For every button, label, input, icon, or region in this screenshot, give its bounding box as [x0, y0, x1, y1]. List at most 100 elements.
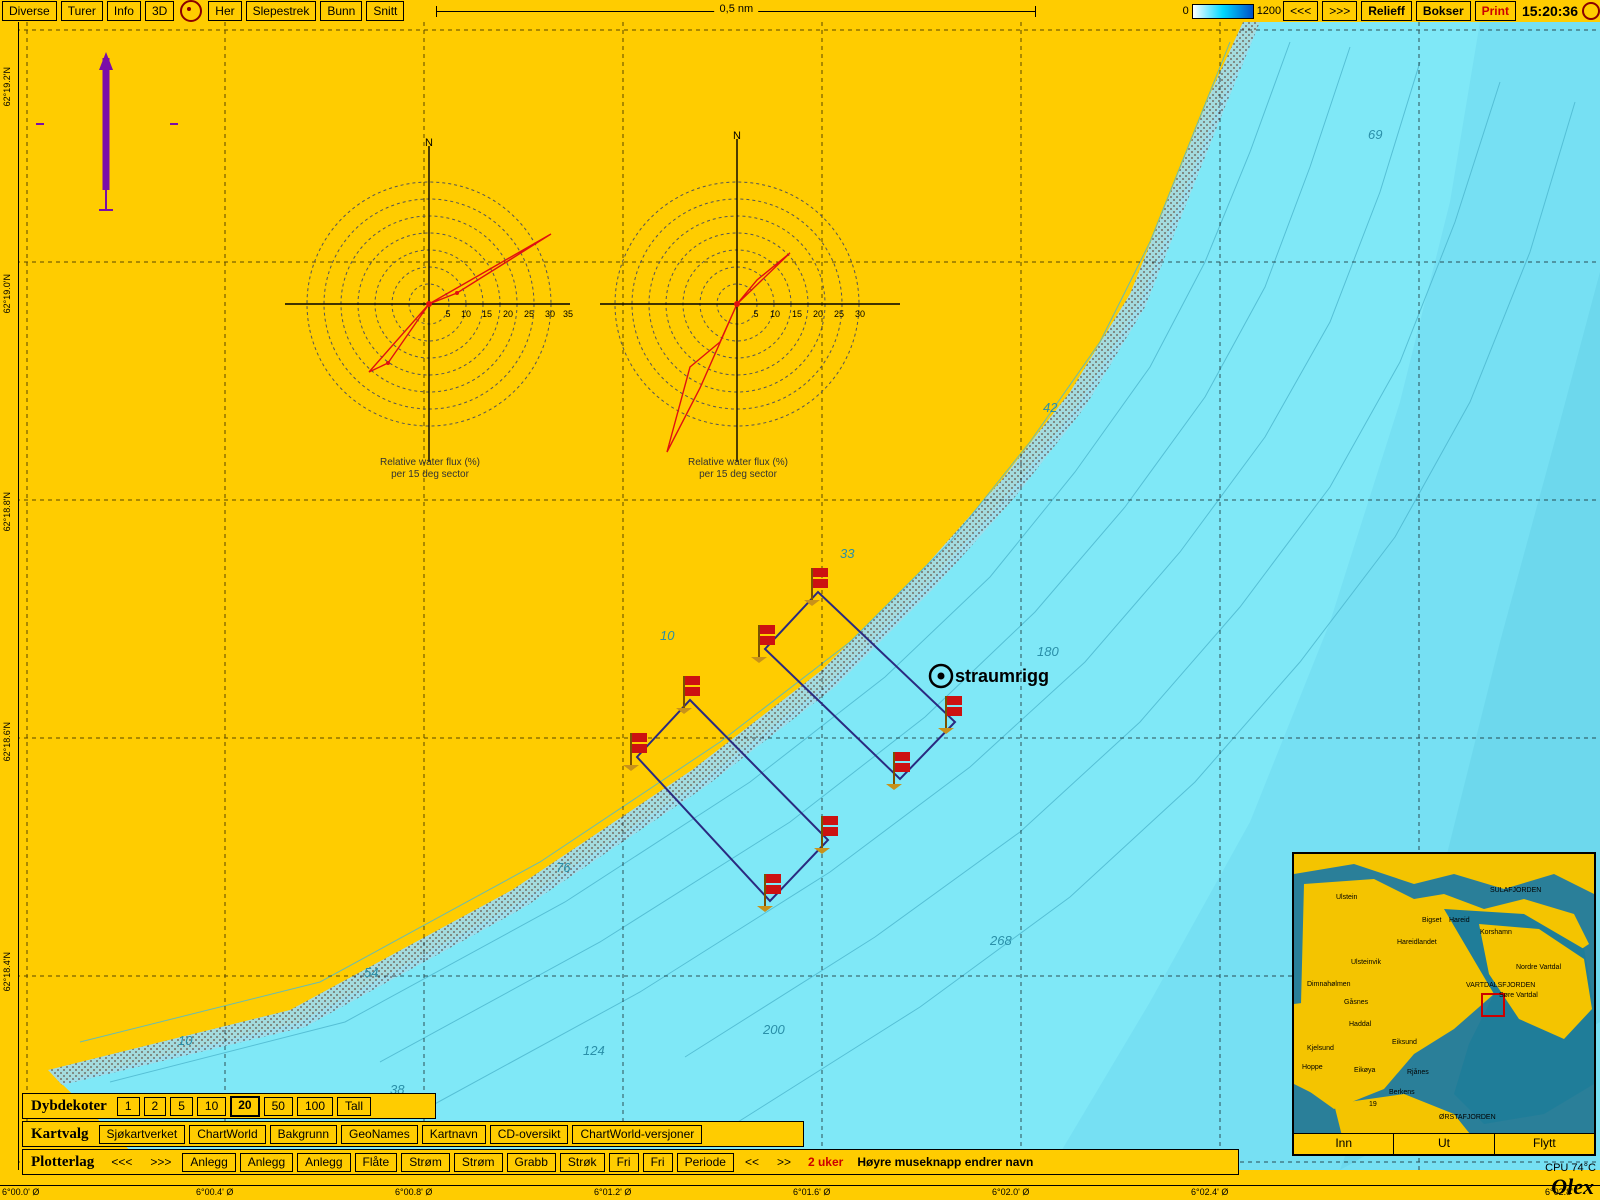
dybdekoter-option-1[interactable]: 1: [116, 1096, 140, 1116]
svg-text:25: 25: [524, 309, 534, 319]
menu-bunn[interactable]: Bunn: [320, 1, 363, 21]
inset-place-label: Ulsteinvik: [1351, 959, 1381, 966]
inset-place-label: Ulstein: [1336, 894, 1358, 901]
dybdekoter-option-2[interactable]: 2: [143, 1096, 167, 1116]
plotterlag-title: Plotterlag: [31, 1153, 95, 1170]
menu-slepestrek[interactable]: Slepestrek: [245, 1, 317, 21]
menu-info[interactable]: Info: [106, 1, 141, 21]
menu-snitt[interactable]: Snitt: [366, 1, 405, 21]
longitude-ruler: 6°00.0' Ø 6°00.4' Ø 6°00.8' Ø 6°01.2' Ø …: [0, 1185, 1600, 1200]
dybdekoter-option-10[interactable]: 10: [196, 1096, 227, 1116]
dybdekoter-option-50[interactable]: 50: [263, 1096, 293, 1116]
kartvalg-bakgrunn[interactable]: Bakgrunn: [269, 1124, 338, 1144]
dybdekoter-option-5[interactable]: 5: [170, 1096, 193, 1116]
kartvalg-chartworld-versjoner[interactable]: ChartWorld-versjoner: [572, 1124, 703, 1144]
inset-place-label: Korshamn: [1480, 929, 1512, 936]
plotterlag-strok[interactable]: Strøk: [559, 1152, 605, 1172]
flux-caption-right: Relative water flux (%) per 15 deg secto…: [687, 457, 789, 480]
kartvalg-chartworld[interactable]: ChartWorld: [189, 1124, 266, 1144]
inset-buttons: Inn Ut Flytt: [1294, 1133, 1594, 1154]
inset-zoom-out-button[interactable]: Ut: [1394, 1134, 1495, 1154]
menu-turer[interactable]: Turer: [60, 1, 103, 21]
menu-3d[interactable]: 3D: [144, 1, 175, 21]
svg-text:20: 20: [503, 309, 513, 319]
plotterlag-flate[interactable]: Flåte: [354, 1152, 398, 1172]
menu-diverse[interactable]: Diverse: [2, 1, 57, 21]
inset-place-label: Bigset: [1422, 917, 1442, 924]
relieff-button[interactable]: Relieff: [1361, 1, 1412, 21]
lat-label-3: 62°18.6'N: [2, 722, 12, 762]
clock-label: 15:20:36: [1521, 3, 1578, 19]
dybdekoter-option-20[interactable]: 20: [230, 1095, 260, 1117]
top-toolbar: Diverse Turer Info 3D Her Slepestrek Bun…: [0, 0, 1600, 23]
kartvalg-sjokartverket[interactable]: Sjøkartverket: [98, 1124, 186, 1144]
kartvalg-kartnavn[interactable]: Kartnavn: [421, 1124, 486, 1144]
depth-legend-max: 1200: [1256, 5, 1282, 17]
cpu-temp-label: CPU 74°C: [1545, 1162, 1596, 1174]
svg-text:30: 30: [855, 309, 865, 319]
overview-inset-map[interactable]: Ulstein SULAFJORDEN Bigset Hareid Korshamn Ha…: [1292, 852, 1596, 1156]
inset-place-label: Gåsnes: [1344, 998, 1369, 1006]
lat-label-0: 62°19.2'N: [2, 67, 12, 107]
svg-text:20: 20: [813, 309, 823, 319]
periode-prev[interactable]: <<: [738, 1154, 766, 1171]
svg-text:30: 30: [545, 309, 555, 319]
plotterlag-strom-2[interactable]: Strøm: [453, 1152, 503, 1172]
periode-next[interactable]: >>: [770, 1154, 798, 1171]
dybdekoter-option-tall[interactable]: Tall: [337, 1096, 372, 1116]
depth-legend-min: 0: [1182, 5, 1189, 17]
plotterlag-anlegg-1[interactable]: Anlegg: [182, 1152, 236, 1172]
menu-her[interactable]: Her: [208, 1, 242, 21]
lon-label-1: 6°00.4' Ø: [196, 1187, 234, 1197]
plotterlag-strom-1[interactable]: Strøm: [401, 1152, 450, 1172]
lon-label-2: 6°00.8' Ø: [395, 1187, 433, 1197]
plotterlag-prev[interactable]: <<<: [104, 1154, 139, 1171]
kartvalg-geonames[interactable]: GeoNames: [341, 1124, 418, 1144]
svg-text:5: 5: [753, 309, 758, 319]
kartvalg-cd-oversikt[interactable]: CD-oversikt: [489, 1124, 569, 1144]
scale-bar: 0,5 nm: [436, 1, 1037, 21]
plotterlag-next[interactable]: >>>: [143, 1154, 178, 1171]
inset-place-label: Berkens: [1389, 1089, 1415, 1096]
inset-move-button[interactable]: Flytt: [1495, 1134, 1594, 1154]
bokser-button[interactable]: Bokser: [1415, 1, 1471, 21]
inset-place-label: ØRSTAFJORDEN: [1439, 1114, 1496, 1121]
olex-brand: Olex: [1551, 1174, 1594, 1199]
target-icon[interactable]: [180, 0, 203, 22]
inset-place-label: Eiksund: [1392, 1039, 1417, 1046]
clock-icon[interactable]: [1582, 2, 1600, 20]
depth-legend-gradient: [1191, 3, 1254, 19]
dybdekoter-option-100[interactable]: 100: [296, 1096, 333, 1116]
scale-label: 0,5 nm: [714, 3, 759, 15]
print-button[interactable]: Print: [1474, 1, 1516, 21]
plotterlag-hint: Høyre museknapp endrer navn: [857, 1155, 1034, 1169]
inset-place-label: Søre Vartdal: [1499, 992, 1538, 999]
plotterlag-grabb[interactable]: Grabb: [506, 1152, 556, 1172]
plotterlag-fri-1[interactable]: Fri: [608, 1152, 639, 1172]
svg-text:25: 25: [834, 309, 844, 319]
inset-place-label: Nordre Vartdal: [1516, 964, 1561, 971]
depth-next-button[interactable]: >>>: [1322, 1, 1358, 21]
periode-value: 2 uker: [807, 1155, 844, 1169]
svg-text:35: 35: [563, 309, 573, 319]
straumrigg-label: straumrigg: [955, 666, 1050, 686]
inset-place-label: Hareidlandet: [1397, 939, 1437, 946]
plotterlag-periode[interactable]: Periode: [676, 1152, 734, 1172]
dybdekoter-panel: Dybdekoter 1 2 5 10 20 50 100 Tall: [22, 1093, 436, 1119]
plotterlag-anlegg-3[interactable]: Anlegg: [297, 1152, 351, 1172]
svg-text:5: 5: [445, 309, 450, 319]
depth-prev-button[interactable]: <<<: [1283, 1, 1319, 21]
plotterlag-panel: Plotterlag <<< >>> Anlegg Anlegg Anlegg …: [22, 1149, 1239, 1175]
plotterlag-fri-2[interactable]: Fri: [642, 1152, 673, 1172]
inset-zoom-in-button[interactable]: Inn: [1294, 1134, 1395, 1154]
inset-place-label: Haddal: [1349, 1021, 1372, 1028]
inset-place-label: Kjelsund: [1307, 1045, 1334, 1052]
plotterlag-anlegg-2[interactable]: Anlegg: [239, 1152, 294, 1172]
lon-label-0: 6°00.0' Ø: [2, 1187, 40, 1197]
lon-label-4: 6°01.6' Ø: [793, 1187, 831, 1197]
inset-place-label: VARTDALSFJORDEN: [1466, 982, 1535, 989]
depth-legend: 0 1200: [1182, 3, 1282, 19]
inset-place-label: Hoppe: [1302, 1064, 1323, 1071]
dybdekoter-title: Dybdekoter: [31, 1097, 107, 1114]
lon-label-6: 6°02.4' Ø: [1191, 1187, 1229, 1197]
